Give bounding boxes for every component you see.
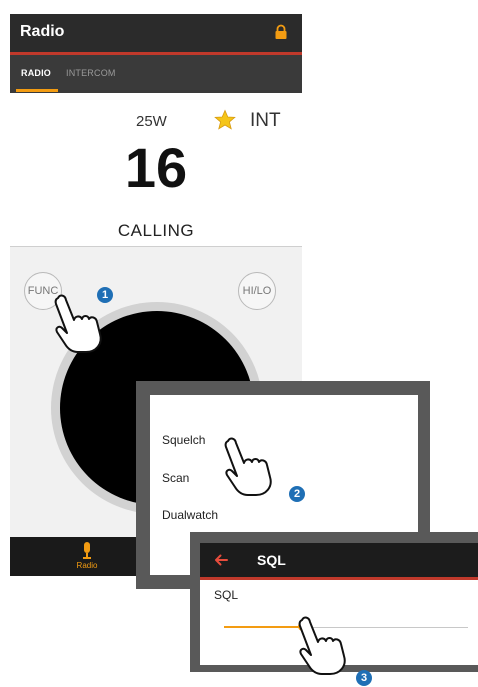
sql-slider-fill <box>224 626 303 628</box>
radio-nav-icon[interactable] <box>81 542 93 560</box>
channel-name: CALLING <box>117 221 195 240</box>
sql-bar-divider <box>200 577 478 580</box>
power-level: 25W <box>136 113 167 130</box>
channel-info-panel: 25W INT 16 CALLING <box>10 93 302 247</box>
tab-intercom[interactable]: INTERCOM <box>66 68 116 78</box>
pointing-hand-icon <box>292 614 350 676</box>
channel-number: 16 <box>124 136 188 199</box>
menu-item-dualwatch[interactable]: Dualwatch <box>162 508 218 522</box>
nav-item-radio[interactable]: Radio <box>70 561 104 570</box>
menu-item-scan[interactable]: Scan <box>162 471 189 485</box>
lock-icon[interactable] <box>273 24 289 40</box>
menu-item-squelch[interactable]: Squelch <box>162 433 205 447</box>
back-arrow-icon[interactable] <box>213 552 229 568</box>
hi-lo-button[interactable]: HI/LO <box>238 272 276 310</box>
step-callout-2: 2 <box>289 486 305 502</box>
app-title: Radio <box>20 23 65 40</box>
sql-title: SQL <box>257 552 286 568</box>
pointing-hand-icon <box>48 292 106 354</box>
sql-setting-label: SQL <box>214 588 239 602</box>
active-tab-indicator <box>16 89 58 92</box>
tab-radio[interactable]: RADIO <box>21 68 51 78</box>
band-indicator: INT <box>250 110 281 131</box>
star-icon[interactable] <box>214 109 236 131</box>
app-bar: Radio <box>10 14 302 52</box>
step-callout-3: 3 <box>356 670 372 686</box>
tab-bar: RADIO INTERCOM <box>10 55 302 93</box>
pointing-hand-icon <box>218 435 276 497</box>
sql-app-bar: SQL <box>200 543 478 577</box>
